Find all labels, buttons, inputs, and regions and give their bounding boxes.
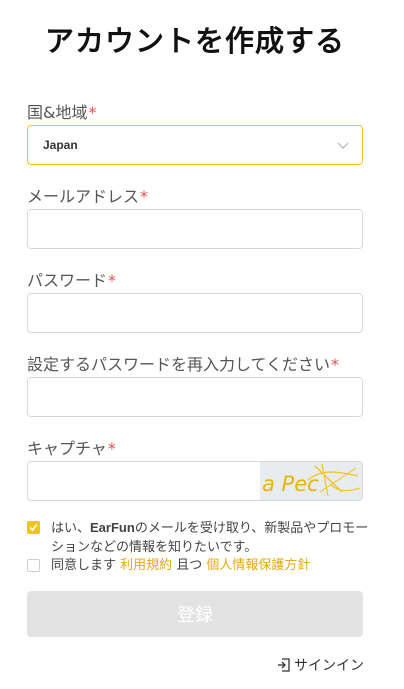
country-label: 国&地域*	[27, 99, 96, 123]
required-mark: *	[331, 355, 340, 374]
password-field[interactable]	[28, 294, 362, 332]
required-mark: *	[140, 187, 149, 206]
privacy-policy-link[interactable]: 個人情報保護方針	[206, 558, 310, 573]
captcha-noise-graphic: a Pec	[262, 463, 361, 497]
captcha-field[interactable]	[28, 462, 262, 500]
newsletter-checkbox[interactable]	[27, 521, 40, 534]
password-label: パスワード*	[27, 267, 116, 291]
register-button[interactable]: 登録	[27, 591, 363, 637]
password-field-wrapper	[27, 293, 363, 333]
newsletter-consent: はい、EarFunのメールを受け取り、新製品やプロモーションなどの情報を知りたい…	[27, 518, 372, 558]
signin-label: サインイン	[294, 658, 364, 674]
newsletter-text: はい、EarFunのメールを受け取り、新製品やプロモーションなどの情報を知りたい…	[51, 518, 371, 557]
captcha-text: a Pec	[262, 472, 319, 496]
password-confirm-field-wrapper	[27, 377, 363, 417]
sign-in-icon	[278, 658, 290, 672]
email-field-wrapper	[27, 209, 363, 249]
terms-checkbox[interactable]	[27, 559, 40, 572]
captcha-image[interactable]: a Pec	[260, 462, 362, 500]
terms-of-use-link[interactable]: 利用規約	[120, 558, 172, 573]
country-label-text: 国&地域	[27, 103, 88, 122]
newsletter-text-before: はい、	[51, 521, 91, 536]
password-confirm-label: 設定するパスワードを再入力してください*	[27, 351, 339, 375]
signin-link[interactable]: サインイン	[277, 655, 364, 675]
captcha-field-wrapper: a Pec	[27, 461, 363, 501]
password-confirm-label-text: 設定するパスワードを再入力してください	[27, 355, 331, 374]
required-mark: *	[107, 439, 116, 458]
brand-name: EarFun	[90, 520, 135, 535]
email-label: メールアドレス*	[27, 183, 148, 207]
page-title: アカウントを作成する	[44, 24, 345, 58]
required-mark: *	[108, 271, 117, 290]
password-confirm-field[interactable]	[28, 378, 362, 416]
captcha-label: キャプチャ*	[27, 435, 116, 459]
password-label-text: パスワード	[27, 271, 108, 290]
terms-consent: 同意します 利用規約 且つ 個人情報保護方針	[27, 556, 372, 576]
email-label-text: メールアドレス	[27, 187, 140, 206]
required-mark: *	[88, 103, 97, 122]
email-field[interactable]	[28, 210, 362, 248]
terms-text-before: 同意します	[51, 558, 121, 573]
captcha-label-text: キャプチャ	[27, 439, 107, 458]
country-select-value: Japan	[43, 138, 78, 152]
terms-conjunction: 且つ	[172, 558, 207, 573]
terms-text: 同意します 利用規約 且つ 個人情報保護方針	[51, 556, 371, 575]
check-icon	[29, 523, 38, 532]
chevron-down-icon	[337, 142, 349, 149]
country-select[interactable]: Japan	[27, 125, 363, 165]
